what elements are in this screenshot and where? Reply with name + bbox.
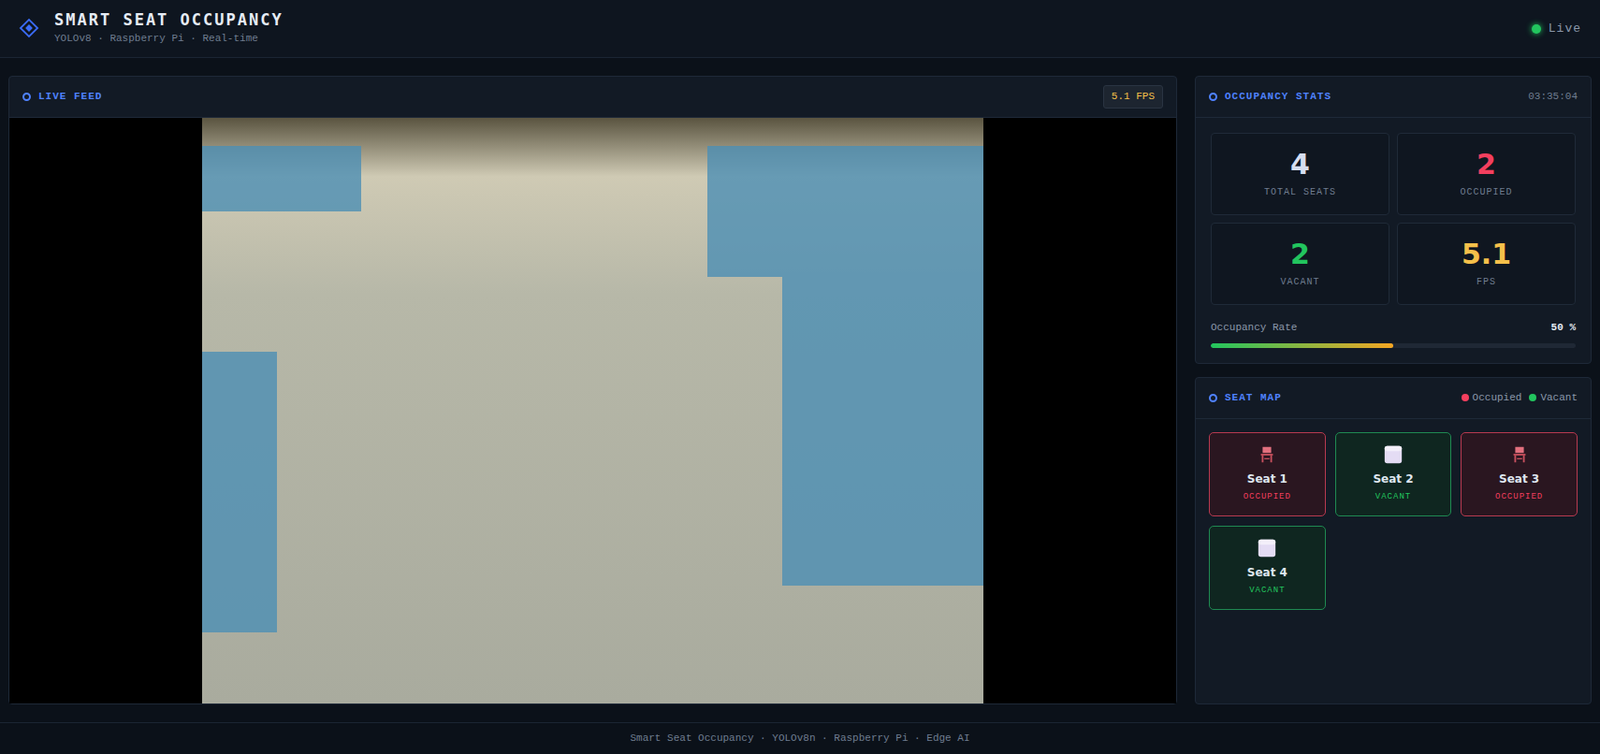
app-footer: Smart Seat Occupancy · YOLOv8n · Raspber… bbox=[0, 722, 1600, 754]
seat-name: Seat 4 bbox=[1247, 564, 1288, 582]
legend-item: Occupied bbox=[1461, 390, 1523, 407]
legend-dot bbox=[1528, 393, 1537, 402]
rate-label: Occupancy Rate bbox=[1210, 320, 1297, 336]
stat-value: 5.1 bbox=[1403, 238, 1570, 270]
stats-title-wrap: OCCUPANCY STATS bbox=[1208, 88, 1332, 105]
live-status: Live bbox=[1531, 19, 1582, 39]
legend: Occupied Vacant bbox=[1461, 390, 1578, 407]
occupancy-stats-panel: OCCUPANCY STATS 03:35:04 4 TOTAL SEATS 2 OCCU… bbox=[1194, 75, 1592, 364]
stat-value: 2 bbox=[1403, 148, 1570, 180]
live-label: Live bbox=[1548, 19, 1582, 39]
tile-col: 5.1 FPS bbox=[1393, 222, 1580, 306]
stat-value: 4 bbox=[1217, 148, 1383, 180]
app-title: SMART SEAT OCCUPANCY bbox=[54, 10, 284, 30]
tile-col: 4 TOTAL SEATS bbox=[1207, 132, 1394, 216]
live-feed-title-wrap: LIVE FEED bbox=[22, 88, 102, 105]
rate-row: Occupancy Rate 50 % bbox=[1210, 320, 1576, 336]
rate-value: 50 % bbox=[1551, 320, 1576, 336]
rate-track bbox=[1210, 343, 1576, 349]
desk-shape bbox=[782, 276, 984, 586]
video-area bbox=[9, 117, 1177, 704]
seat-status: VACANT bbox=[1249, 584, 1285, 598]
rate-fill bbox=[1210, 343, 1394, 349]
seat-name: Seat 1 bbox=[1247, 470, 1288, 488]
live-feed-panel: LIVE FEED 5.1 FPS bbox=[8, 75, 1178, 705]
stat-label: FPS bbox=[1403, 275, 1570, 290]
seat-status: VACANT bbox=[1375, 491, 1411, 505]
empty-seat-icon bbox=[1256, 538, 1278, 559]
stat-tile: 5.1 FPS bbox=[1396, 222, 1576, 306]
brand-text: SMART SEAT OCCUPANCYYOLOv8 · Raspberry P… bbox=[54, 10, 284, 47]
desk-shape bbox=[707, 145, 984, 277]
legend-label: Vacant bbox=[1540, 390, 1578, 407]
stat-label: OCCUPIED bbox=[1403, 185, 1570, 200]
stat-label: TOTAL SEATS bbox=[1217, 185, 1383, 200]
stat-value: 2 bbox=[1217, 238, 1383, 270]
main-area: LIVE FEED 5.1 FPS OCCUPANCY STATS 03:35:04 4… bbox=[0, 58, 1600, 723]
legend-item: Vacant bbox=[1528, 390, 1578, 407]
chair-icon bbox=[1256, 444, 1278, 466]
fps-badge: 5.1 FPS bbox=[1103, 85, 1164, 109]
diamond-logo-icon bbox=[18, 17, 40, 39]
seat-card[interactable]: Seat 3 OCCUPIED bbox=[1460, 432, 1578, 517]
live-feed-title: LIVE FEED bbox=[38, 88, 102, 105]
seat-map-panel: SEAT MAPOccupiedVacantSeat 1OCCUPIEDSeat… bbox=[1194, 377, 1592, 706]
seat-grid: Seat 1 OCCUPIED Seat 2 VACANT Seat 3 OCCUPIED… bbox=[1195, 419, 1591, 624]
tile-col: 2 OCCUPIED bbox=[1393, 132, 1580, 216]
camera-frame bbox=[202, 117, 984, 704]
stat-tile: 2 VACANT bbox=[1210, 222, 1390, 306]
seat-status: OCCUPIED bbox=[1495, 491, 1543, 505]
stats-header: OCCUPANCY STATS 03:35:04 bbox=[1195, 76, 1591, 118]
chair-icon bbox=[1509, 444, 1530, 466]
legend-dot bbox=[1461, 393, 1470, 402]
ring-icon bbox=[1208, 393, 1218, 403]
seat-name: Seat 3 bbox=[1498, 470, 1540, 488]
stat-tile: 4 TOTAL SEATS bbox=[1210, 132, 1390, 216]
footer-text: Smart Seat Occupancy · YOLOv8n · Raspber… bbox=[629, 730, 970, 747]
live-feed-header: LIVE FEED 5.1 FPS bbox=[9, 76, 1177, 118]
seat-map-title-wrap: SEAT MAP bbox=[1208, 390, 1282, 407]
tile-col: 2 VACANT bbox=[1207, 222, 1394, 306]
seat-card[interactable]: Seat 2 VACANT bbox=[1335, 432, 1453, 517]
seat-card[interactable]: Seat 1 OCCUPIED bbox=[1208, 432, 1326, 517]
desk-shape bbox=[202, 145, 362, 212]
stats-tiles: 4 TOTAL SEATS 2 OCCUPIED 2 VACANT 5.1 FPS bbox=[1207, 125, 1580, 306]
empty-seat-icon bbox=[1382, 444, 1404, 466]
seat-map-title: SEAT MAP bbox=[1224, 390, 1282, 407]
stats-body: 4 TOTAL SEATS 2 OCCUPIED 2 VACANT 5.1 FPS Occupa… bbox=[1195, 117, 1591, 364]
live-dot bbox=[1531, 24, 1542, 34]
seat-name: Seat 2 bbox=[1372, 470, 1413, 488]
brand: SMART SEAT OCCUPANCYYOLOv8 · Raspberry P… bbox=[18, 10, 284, 47]
app-header: SMART SEAT OCCUPANCYYOLOv8 · Raspberry P… bbox=[0, 0, 1600, 59]
app-subtitle: YOLOv8 · Raspberry Pi · Real-time bbox=[54, 30, 284, 47]
seat-map-header: SEAT MAP Occupied Vacant bbox=[1195, 378, 1591, 420]
stats-title: OCCUPANCY STATS bbox=[1224, 88, 1332, 105]
ring-icon bbox=[1208, 92, 1218, 102]
ring-icon bbox=[22, 92, 31, 102]
stat-tile: 2 OCCUPIED bbox=[1396, 132, 1576, 216]
seat-status: OCCUPIED bbox=[1243, 491, 1292, 505]
legend-label: Occupied bbox=[1472, 390, 1523, 407]
seat-card[interactable]: Seat 4 VACANT bbox=[1208, 525, 1326, 611]
sidebar: OCCUPANCY STATS 03:35:04 4 TOTAL SEATS 2 OCCU… bbox=[1194, 75, 1592, 705]
stat-label: VACANT bbox=[1217, 275, 1383, 290]
clock: 03:35:04 bbox=[1527, 88, 1578, 105]
desk-shape bbox=[202, 351, 277, 633]
